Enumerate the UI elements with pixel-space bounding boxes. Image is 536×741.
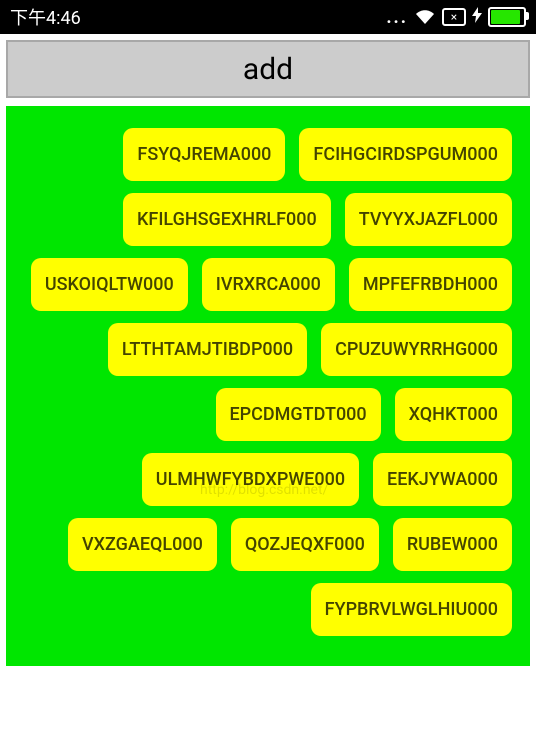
tag-label: ULMHWFYBDXPWE000 xyxy=(156,469,345,490)
tag-label: IVRXRCA000 xyxy=(216,274,321,295)
tag-label: MPFEFRBDH000 xyxy=(363,274,498,295)
tag-label: QOZJEQXF000 xyxy=(245,534,365,555)
tag-item[interactable]: LTTHTAMJTIBDP000 xyxy=(108,323,307,376)
tag-item[interactable]: XQHKT000 xyxy=(395,388,512,441)
tag-item[interactable]: CPUZUWYRRHG000 xyxy=(321,323,512,376)
tag-item[interactable]: VXZGAEQL000 xyxy=(68,518,217,571)
tag-item[interactable]: FCIHGCIRDSPGUM000 xyxy=(299,128,512,181)
tag-label: XQHKT000 xyxy=(409,404,498,425)
tag-item[interactable]: IVRXRCA000 xyxy=(202,258,335,311)
add-button-label: add xyxy=(243,52,293,87)
tag-label: TVYYXJAZFL000 xyxy=(359,209,498,230)
tag-label: USKOIQLTW000 xyxy=(45,274,174,295)
tag-label: CPUZUWYRRHG000 xyxy=(335,339,498,360)
tag-item[interactable]: EEKJYWA000 xyxy=(373,453,512,506)
tag-label: FSYQJREMA000 xyxy=(137,144,271,165)
battery-icon xyxy=(488,7,526,27)
status-time: 下午4:46 xyxy=(10,4,81,30)
tag-item[interactable]: USKOIQLTW000 xyxy=(31,258,188,311)
tag-item[interactable]: ULMHWFYBDXPWE000 xyxy=(142,453,359,506)
tag-label: KFILGHSGEXHRLF000 xyxy=(137,209,317,230)
status-bar: 下午4:46 ... × xyxy=(0,0,536,34)
tag-item[interactable]: QOZJEQXF000 xyxy=(231,518,379,571)
tag-item[interactable]: TVYYXJAZFL000 xyxy=(345,193,512,246)
wifi-icon xyxy=(414,9,436,25)
tag-item[interactable]: KFILGHSGEXHRLF000 xyxy=(123,193,331,246)
tag-label: EEKJYWA000 xyxy=(387,469,498,490)
tag-item[interactable]: RUBEW000 xyxy=(393,518,512,571)
tag-panel: FSYQJREMA000 FCIHGCIRDSPGUM000 KFILGHSGEXH… xyxy=(6,106,530,666)
tag-label: LTTHTAMJTIBDP000 xyxy=(122,339,293,360)
tag-item[interactable]: FYPBRVLWGLHIU000 xyxy=(311,583,512,636)
tag-label: VXZGAEQL000 xyxy=(82,534,203,555)
tag-label: FCIHGCIRDSPGUM000 xyxy=(313,144,498,165)
close-indicator-icon: × xyxy=(442,8,466,26)
tag-label: EPCDMGTDT000 xyxy=(230,404,367,425)
tag-label: FYPBRVLWGLHIU000 xyxy=(325,599,498,620)
tag-item[interactable]: MPFEFRBDH000 xyxy=(349,258,512,311)
add-button[interactable]: add xyxy=(6,40,530,98)
tag-item[interactable]: FSYQJREMA000 xyxy=(123,128,285,181)
tag-item[interactable]: EPCDMGTDT000 xyxy=(216,388,381,441)
tag-label: RUBEW000 xyxy=(407,534,498,555)
charging-bolt-icon xyxy=(472,7,482,27)
signal-dots-icon: ... xyxy=(386,7,408,28)
